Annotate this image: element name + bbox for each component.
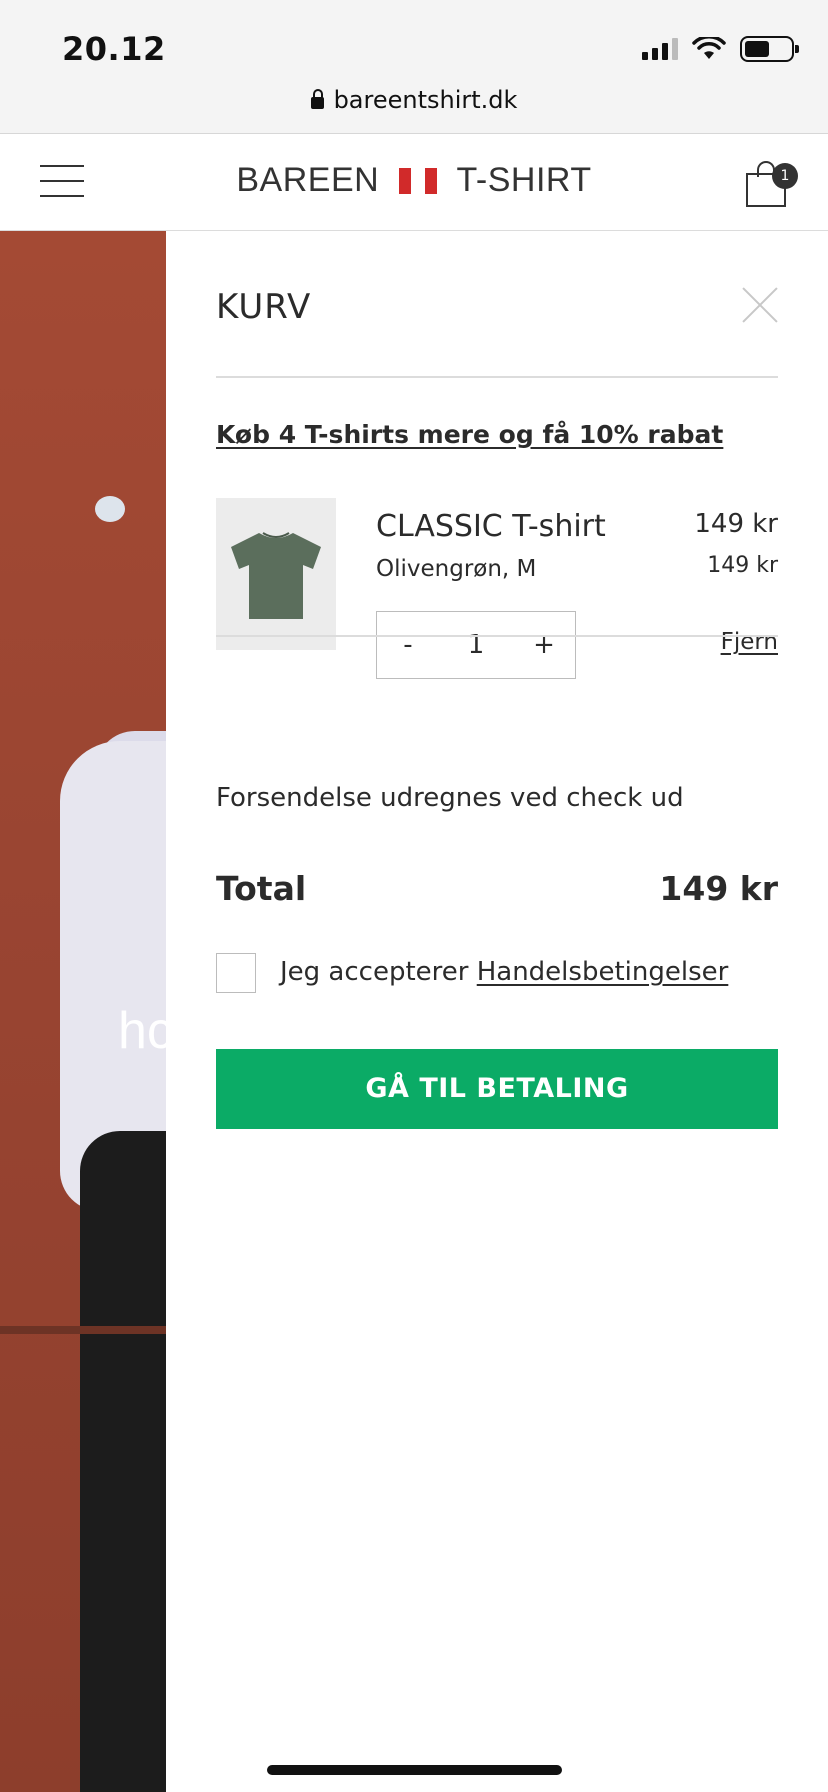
status-time: 20.12 [62,30,166,68]
signal-icon [642,38,678,60]
url-text: bareentshirt.dk [333,86,518,114]
divider [216,376,778,378]
shipping-note: Forsendelse udregnes ved check ud [216,783,684,813]
site-header: BAREEN T-SHIRT 1 [0,135,828,231]
site-logo[interactable]: BAREEN T-SHIRT [0,161,828,200]
terms-checkbox[interactable] [216,953,256,993]
product-name[interactable]: CLASSIC T-shirt [376,509,606,544]
flag-stripe-icon [399,168,412,194]
page-backdrop[interactable]: hc [0,231,166,1792]
promo-link[interactable]: Køb 4 T-shirts mere og få 10% rabat [216,420,723,449]
line-price: 149 kr [694,509,778,539]
terms-text: Jeg accepterer Handelsbetingelser [280,957,728,987]
hero-text: hc [118,1002,166,1060]
status-icons [642,36,799,62]
wifi-icon [692,37,726,59]
divider [216,635,778,637]
logo-text-right: T-SHIRT [456,161,592,199]
flag-stripe-icon [425,168,438,194]
checkout-button[interactable]: GÅ TIL BETALING [216,1049,778,1129]
total-value: 149 kr [659,869,778,908]
home-indicator [267,1765,562,1775]
unit-price: 149 kr [707,553,778,578]
total-label: Total [216,869,307,908]
cart-count-badge: 1 [772,163,798,189]
product-variant: Olivengrøn, M [376,556,537,582]
close-icon[interactable] [742,287,778,323]
cart-drawer: KURV Køb 4 T-shirts mere og få 10% rabat… [166,231,828,1792]
product-image[interactable] [216,498,336,650]
status-bar: 20.12 bareentshirt.dk [0,0,828,134]
battery-icon [740,36,799,62]
quantity-stepper: - 1 + [376,611,576,679]
cart-button[interactable]: 1 [746,161,798,207]
cart-title: KURV [216,287,312,327]
remove-item-link[interactable]: Fjern [721,629,778,655]
lock-icon [310,89,324,109]
address-bar[interactable]: bareentshirt.dk [0,86,828,114]
logo-text-left: BAREEN [236,161,380,199]
terms-link[interactable]: Handelsbetingelser [477,957,729,987]
tshirt-icon [231,532,321,619]
terms-prefix: Jeg accepterer [280,957,469,987]
